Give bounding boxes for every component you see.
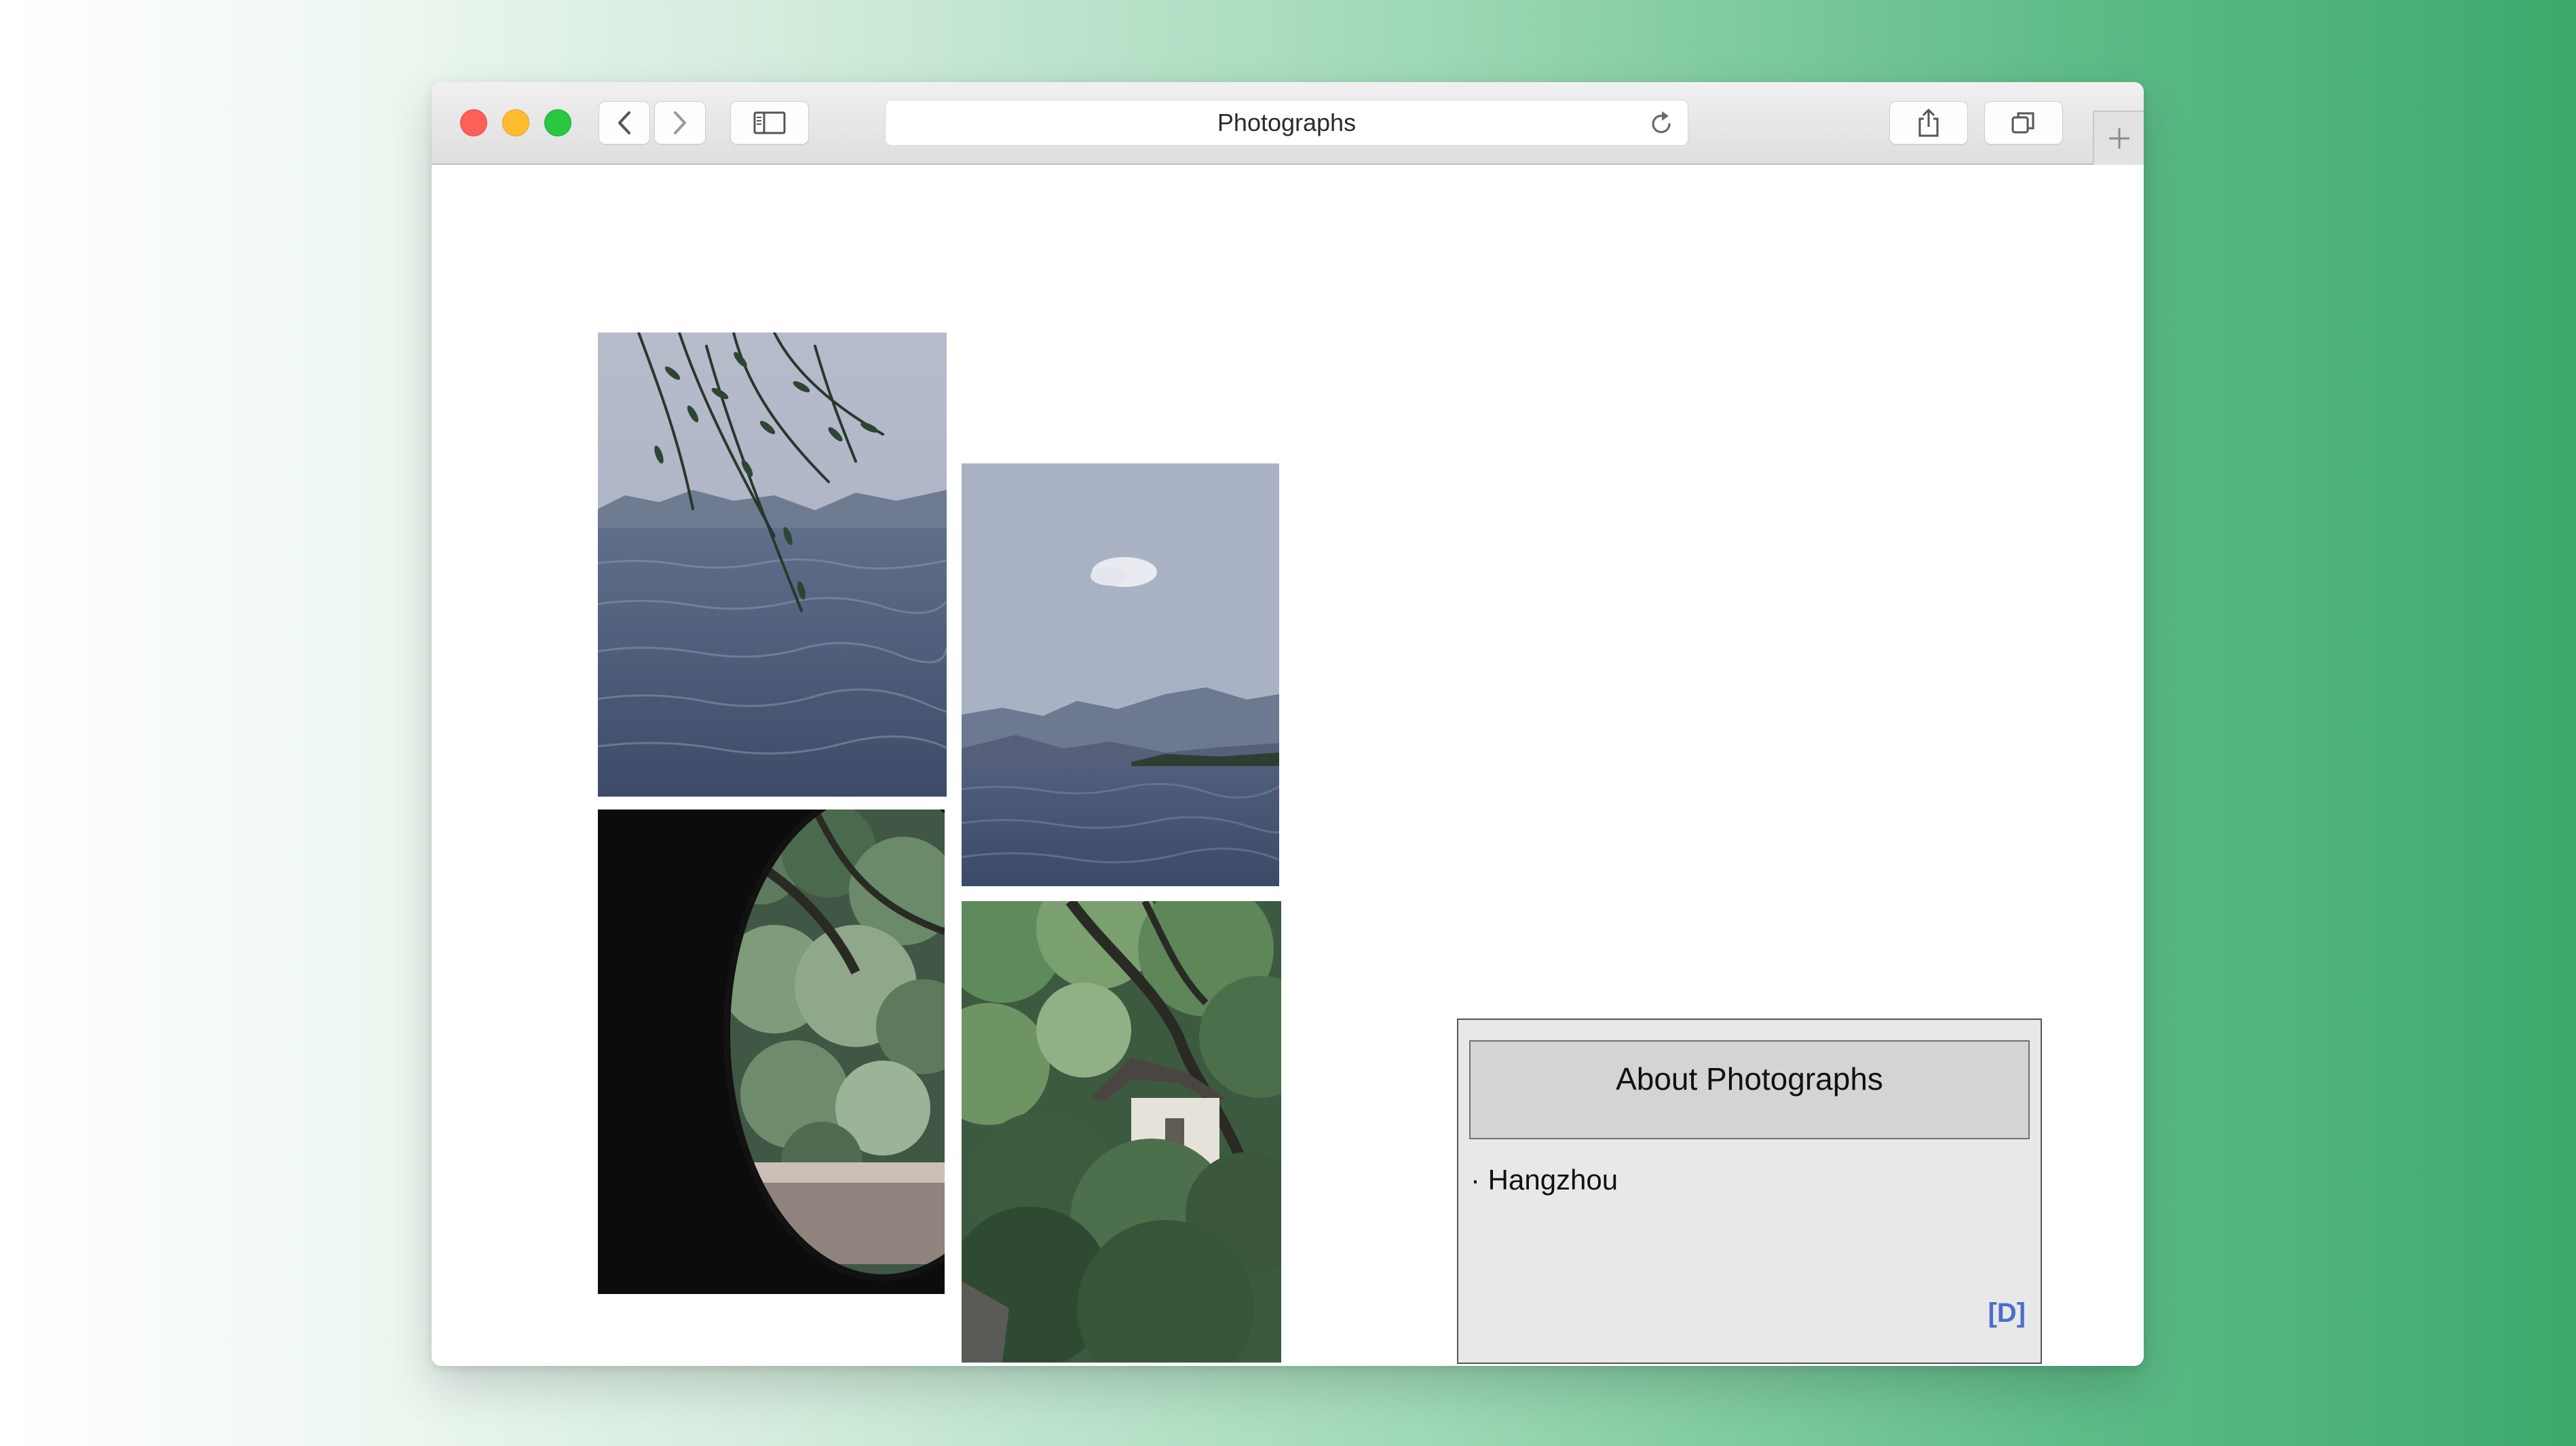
show-tabs-button[interactable] bbox=[1984, 101, 2063, 145]
photo-moon-gate[interactable] bbox=[598, 810, 945, 1294]
new-tab-button[interactable] bbox=[2093, 111, 2144, 165]
back-button[interactable] bbox=[599, 101, 650, 145]
back-icon bbox=[618, 111, 630, 134]
photo-lake-willow-image bbox=[598, 332, 947, 797]
minimize-window-button[interactable] bbox=[502, 109, 529, 136]
reload-icon[interactable] bbox=[1647, 109, 1675, 138]
zoom-window-button[interactable] bbox=[544, 109, 571, 136]
photo-lake-willow[interactable] bbox=[598, 332, 947, 797]
address-title: Photographs bbox=[1217, 109, 1357, 136]
sidebar-button[interactable] bbox=[730, 101, 809, 145]
about-panel: About Photographs · Hangzhou [D] bbox=[1457, 1019, 2042, 1364]
photo-lake-mountains[interactable] bbox=[962, 463, 1279, 886]
about-link[interactable]: [D] bbox=[1988, 1298, 2026, 1329]
share-button[interactable] bbox=[1889, 101, 1968, 145]
forward-icon bbox=[674, 111, 686, 134]
browser-toolbar: Photographs bbox=[432, 82, 2144, 165]
about-title: About Photographs bbox=[1616, 1061, 1883, 1097]
address-bar[interactable]: Photographs bbox=[885, 100, 1688, 146]
photo-moon-gate-image bbox=[598, 810, 945, 1294]
about-location: · Hangzhou bbox=[1471, 1164, 1618, 1196]
forward-button[interactable] bbox=[654, 101, 706, 145]
plus-icon bbox=[2109, 128, 2129, 149]
photo-lake-mountains-image bbox=[962, 463, 1279, 886]
about-header: About Photographs bbox=[1469, 1040, 2030, 1139]
tabs-icon bbox=[2011, 112, 2034, 134]
photo-pavilion-image bbox=[962, 901, 1281, 1363]
sidebar-icon bbox=[753, 111, 786, 134]
browser-window: Photographs About Photographs · Hangzhou… bbox=[432, 82, 2144, 1366]
page-content: About Photographs · Hangzhou [D] bbox=[432, 165, 2144, 1366]
share-icon bbox=[1918, 109, 1939, 137]
close-window-button[interactable] bbox=[460, 109, 487, 136]
photo-pavilion[interactable] bbox=[962, 901, 1281, 1363]
